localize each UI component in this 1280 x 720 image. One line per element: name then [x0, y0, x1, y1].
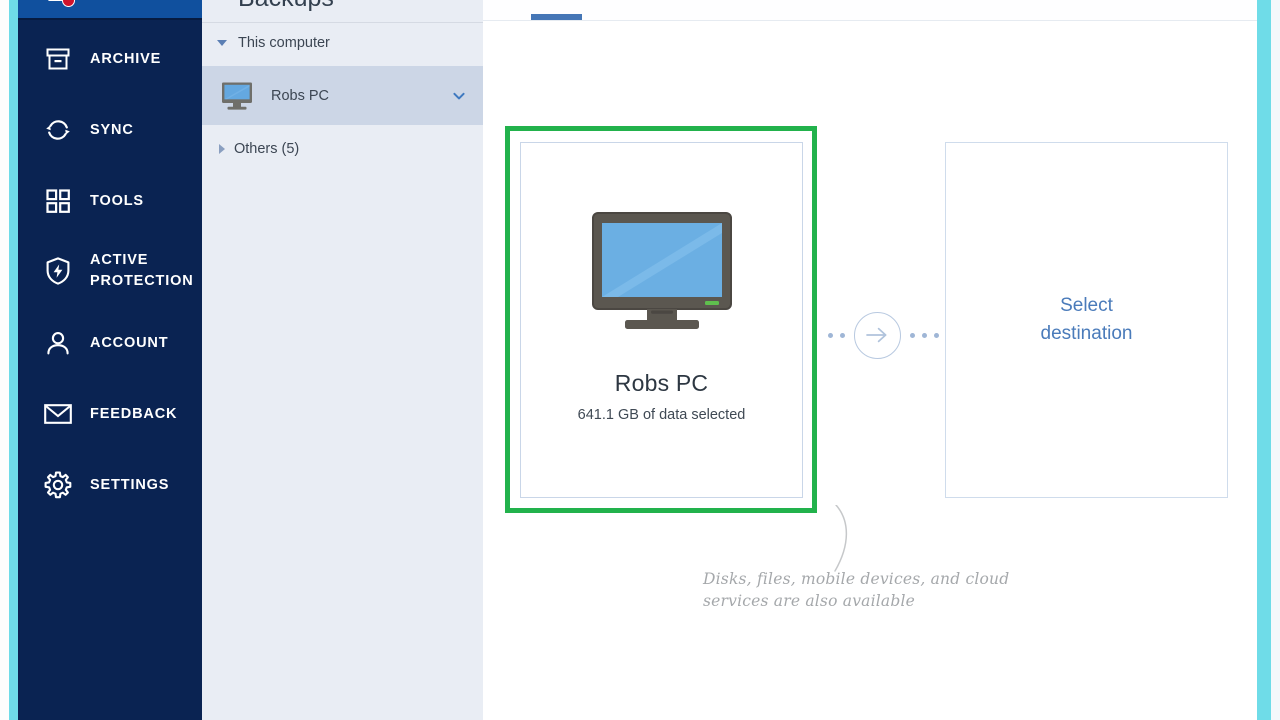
source-destination-connector	[823, 310, 943, 360]
sidebar-item-account[interactable]: ACCOUNT	[18, 317, 202, 369]
connector-dot	[839, 332, 845, 338]
backup-source-card[interactable]: Robs PC 641.1 GB of data selected	[520, 142, 803, 498]
sidebar-divider	[18, 18, 202, 20]
sidebar-item-sync[interactable]: SYNC	[18, 104, 202, 156]
source-card-subtitle: 641.1 GB of data selected	[577, 407, 746, 423]
sidebar-item-tools[interactable]: TOOLS	[18, 175, 202, 227]
gear-icon	[32, 470, 84, 500]
sidebar-item-label: ARCHIVE	[90, 50, 162, 67]
sidebar-item-backup[interactable]	[18, 0, 202, 18]
active-tab-underline[interactable]	[531, 14, 582, 20]
window-edge-left-white	[0, 0, 9, 720]
tree-item-others[interactable]: Others (5)	[202, 134, 483, 163]
monitor-icon	[220, 81, 256, 111]
sidebar-item-settings[interactable]: SETTINGS	[18, 459, 202, 511]
tree-item-robs-pc[interactable]: Robs PC	[202, 66, 483, 125]
sidebar-item-label: ACCOUNT	[90, 334, 169, 351]
tree-item-this-computer[interactable]: This computer	[202, 28, 483, 57]
window-edge-right-cyan	[1257, 0, 1271, 720]
sidebar-item-label: SYNC	[90, 121, 134, 138]
source-card-title: Robs PC	[614, 370, 709, 396]
hint-curve-line	[801, 504, 861, 575]
backups-tree-panel: Backups This computer Robs PC	[202, 0, 483, 720]
select-destination-label: Select destination	[1040, 294, 1133, 345]
left-sidebar: ARCHIVE SYNC TOOLS ACTIVE PROTECTION ACC…	[18, 0, 202, 720]
account-icon	[32, 329, 84, 357]
connector-dots-left	[827, 332, 845, 338]
window-edge-left-cyan	[9, 0, 18, 720]
caret-right-icon[interactable]	[219, 143, 225, 154]
arrow-right-icon	[853, 311, 901, 359]
sync-icon	[32, 115, 84, 145]
sidebar-item-label: FEEDBACK	[90, 405, 178, 422]
shield-bolt-icon	[32, 256, 84, 286]
connector-dot	[933, 332, 939, 338]
connector-dot	[909, 332, 915, 338]
application-window: ARCHIVE SYNC TOOLS ACTIVE PROTECTION ACC…	[0, 0, 1280, 720]
connector-dot	[921, 332, 927, 338]
hint-text: Disks, files, mobile devices, and cloud …	[703, 570, 1010, 610]
window-edge-right-white	[1271, 0, 1280, 720]
sidebar-item-label: SETTINGS	[90, 476, 170, 493]
tree-item-label: Robs PC	[271, 87, 330, 104]
tab-strip	[483, 0, 1257, 21]
envelope-icon	[32, 401, 84, 427]
caret-down-icon[interactable]	[217, 39, 227, 46]
sidebar-item-archive[interactable]: ARCHIVE	[18, 33, 202, 85]
chevron-down-icon[interactable]	[451, 88, 467, 104]
monitor-icon	[589, 211, 735, 338]
tree-header-divider	[202, 22, 483, 23]
sidebar-item-active-protection[interactable]: ACTIVE PROTECTION	[18, 245, 202, 297]
sidebar-item-feedback[interactable]: FEEDBACK	[18, 388, 202, 440]
sidebar-item-label: TOOLS	[90, 192, 144, 209]
archive-icon	[32, 45, 84, 73]
notification-badge-icon	[62, 0, 75, 7]
tools-icon	[32, 187, 84, 215]
page-title: Backups	[238, 0, 334, 13]
connector-dot	[827, 332, 833, 338]
main-content: Robs PC 641.1 GB of data selected Select…	[483, 0, 1257, 720]
backup-destination-card[interactable]: Select destination	[945, 142, 1228, 498]
connector-dots-right	[909, 332, 939, 338]
sidebar-item-label: ACTIVE PROTECTION	[90, 252, 194, 289]
tree-item-label: This computer	[238, 34, 330, 51]
tree-item-label: Others (5)	[234, 140, 300, 157]
